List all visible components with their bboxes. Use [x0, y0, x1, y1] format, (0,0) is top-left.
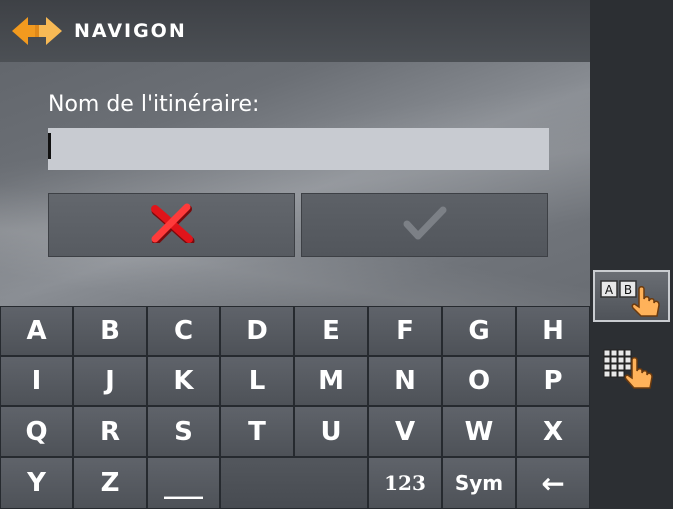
- key-p[interactable]: P: [516, 356, 590, 406]
- cancel-button[interactable]: [48, 193, 295, 257]
- key-n[interactable]: N: [368, 356, 442, 406]
- key-r[interactable]: R: [73, 406, 147, 457]
- key-backspace[interactable]: ←: [516, 457, 590, 509]
- key-m[interactable]: M: [294, 356, 368, 406]
- navigon-route-name-screen: NAVIGON Nom de l'itinéraire: A B C D E F…: [0, 0, 673, 509]
- svg-text:A: A: [605, 283, 614, 297]
- key-k[interactable]: K: [147, 356, 220, 406]
- key-t[interactable]: T: [220, 406, 294, 457]
- key-w[interactable]: W: [442, 406, 516, 457]
- app-header: NAVIGON: [0, 0, 590, 62]
- keyboard-mode-sidebar: [590, 0, 673, 509]
- text-cursor: [48, 133, 51, 159]
- key-h[interactable]: H: [516, 306, 590, 356]
- route-name-input[interactable]: [48, 128, 549, 170]
- confirm-button[interactable]: [301, 193, 548, 257]
- abc-keyboard-mode-button[interactable]: A B: [593, 270, 670, 322]
- key-v[interactable]: V: [368, 406, 442, 457]
- key-numbers[interactable]: 123: [368, 457, 442, 509]
- key-d[interactable]: D: [220, 306, 294, 356]
- key-o[interactable]: O: [442, 356, 516, 406]
- key-c[interactable]: C: [147, 306, 220, 356]
- key-g[interactable]: G: [442, 306, 516, 356]
- ab-keyboard-hand-icon: A B: [599, 277, 667, 321]
- checkmark-confirm-icon: [403, 204, 447, 246]
- key-u[interactable]: U: [294, 406, 368, 457]
- key-space[interactable]: ___: [147, 457, 220, 509]
- brand-name: NAVIGON: [74, 20, 187, 42]
- key-symbols[interactable]: Sym: [442, 457, 516, 509]
- key-a[interactable]: A: [0, 306, 73, 356]
- key-q[interactable]: Q: [0, 406, 73, 457]
- navigon-arrows-logo-icon: [10, 14, 64, 52]
- key-b[interactable]: B: [73, 306, 147, 356]
- key-e[interactable]: E: [294, 306, 368, 356]
- on-screen-keyboard: A B C D E F G H I J K L M N O P Q R S T …: [0, 306, 590, 509]
- route-name-label: Nom de l'itinéraire:: [48, 92, 260, 117]
- key-f[interactable]: F: [368, 306, 442, 356]
- key-i[interactable]: I: [0, 356, 73, 406]
- grid-keyboard-mode-button[interactable]: [600, 342, 664, 394]
- key-z[interactable]: Z: [73, 457, 147, 509]
- key-y[interactable]: Y: [0, 457, 73, 509]
- svg-text:B: B: [624, 283, 632, 297]
- key-blank: [220, 457, 368, 509]
- red-x-cancel-icon: [149, 203, 195, 247]
- main-panel: NAVIGON Nom de l'itinéraire: A B C D E F…: [0, 0, 590, 509]
- key-l[interactable]: L: [220, 356, 294, 406]
- grid-keyboard-hand-icon: [600, 346, 664, 394]
- key-j[interactable]: J: [73, 356, 147, 406]
- key-x[interactable]: X: [516, 406, 590, 457]
- key-s[interactable]: S: [147, 406, 220, 457]
